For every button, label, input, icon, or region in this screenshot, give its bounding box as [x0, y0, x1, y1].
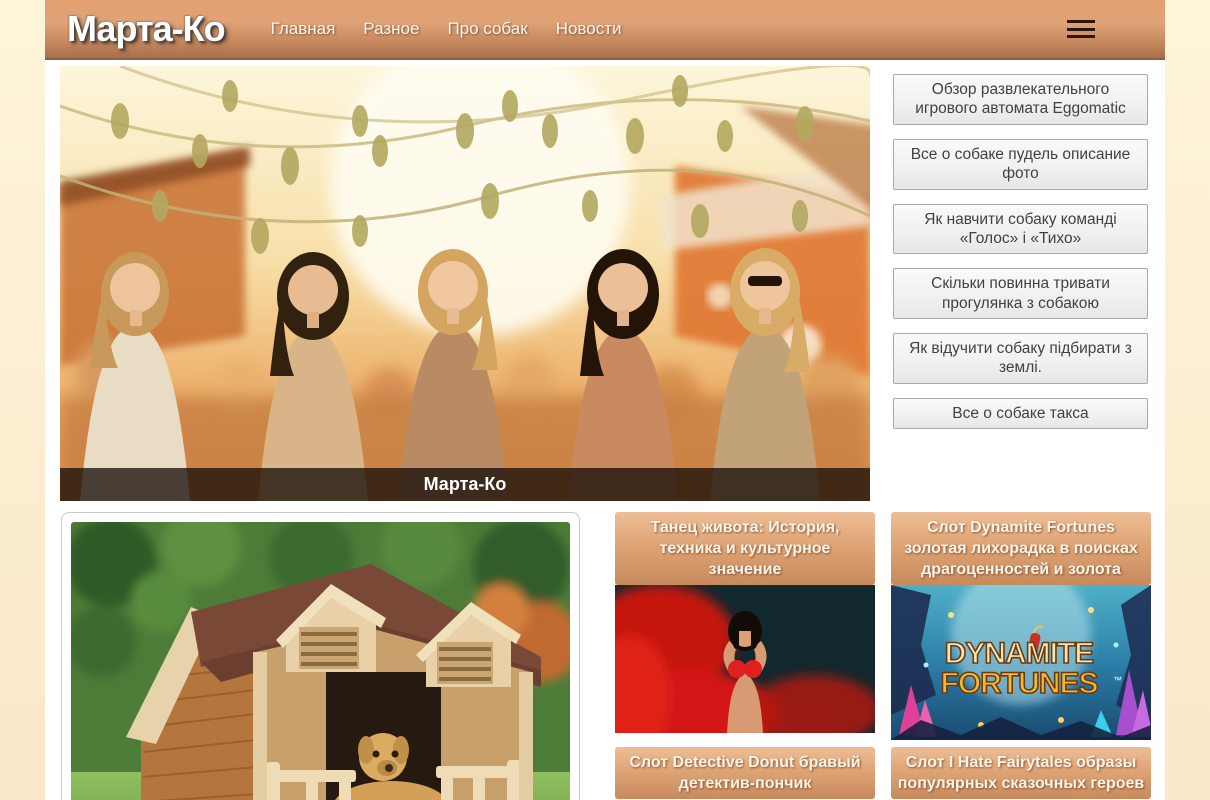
hamburger-menu-icon[interactable]	[1067, 20, 1095, 38]
dynamite-image[interactable]: DYNAMITE FORTUNES ™	[891, 585, 1151, 740]
dynamite-title[interactable]: Слот Dynamite Fortunes золотая лихорадка…	[891, 512, 1151, 585]
hero-party-photo	[60, 66, 870, 501]
svg-text:DYNAMITE: DYNAMITE	[945, 637, 1094, 670]
fairytales-title[interactable]: Слот I Hate Fairytales образы популярных…	[891, 747, 1151, 799]
sidebar-item-walk-duration[interactable]: Скільки повинна тривати прогулянка з соб…	[893, 268, 1148, 319]
belly-dance-column: Танец живота: История, техника и культур…	[615, 512, 875, 799]
dynamite-column: Слот Dynamite Fortunes золотая лихорадка…	[891, 512, 1151, 799]
sidebar-item-dachshund[interactable]: Все о собаке такса	[893, 398, 1148, 429]
belly-dance-image[interactable]	[615, 585, 875, 733]
belly-dance-title[interactable]: Танец живота: История, техника и культур…	[615, 512, 875, 585]
site-header: Марта-Ко Главная Разное Про собак Новост…	[45, 0, 1165, 60]
hero-caption: Марта-Ко	[60, 468, 870, 501]
detective-donut-title[interactable]: Слот Detective Donut бравый детектив-пон…	[615, 747, 875, 799]
sidebar-item-poodle[interactable]: Все о собаке пудель описание фото	[893, 139, 1148, 190]
nav-dogs[interactable]: Про собак	[447, 19, 527, 39]
page-container: Марта-Ко Главная Разное Про собак Новост…	[45, 0, 1165, 800]
nav-news[interactable]: Новости	[556, 19, 622, 39]
main-nav: Главная Разное Про собак Новости	[271, 19, 622, 39]
svg-text:FORTUNES: FORTUNES	[941, 667, 1098, 700]
sidebar-item-voice-command[interactable]: Як навчити собаку команді «Голос» і «Тих…	[893, 204, 1148, 255]
sidebar: Обзор развлекательного игрового автомата…	[893, 74, 1148, 501]
dog-house-card[interactable]	[61, 512, 580, 800]
dog-house-photo	[71, 522, 570, 800]
svg-text:™: ™	[1113, 675, 1122, 685]
sidebar-item-eggomatic[interactable]: Обзор развлекательного игрового автомата…	[893, 74, 1148, 125]
nav-home[interactable]: Главная	[271, 19, 336, 39]
sidebar-item-pickup-ground[interactable]: Як відучити собаку підбирати з землі.	[893, 333, 1148, 384]
articles-row: Танец живота: История, техника и культур…	[45, 512, 1165, 800]
hero-image: Марта-Ко	[60, 66, 870, 501]
main-content: Марта-Ко Обзор развлекательного игрового…	[45, 60, 1165, 800]
nav-misc[interactable]: Разное	[363, 19, 419, 39]
site-logo[interactable]: Марта-Ко	[67, 8, 225, 50]
